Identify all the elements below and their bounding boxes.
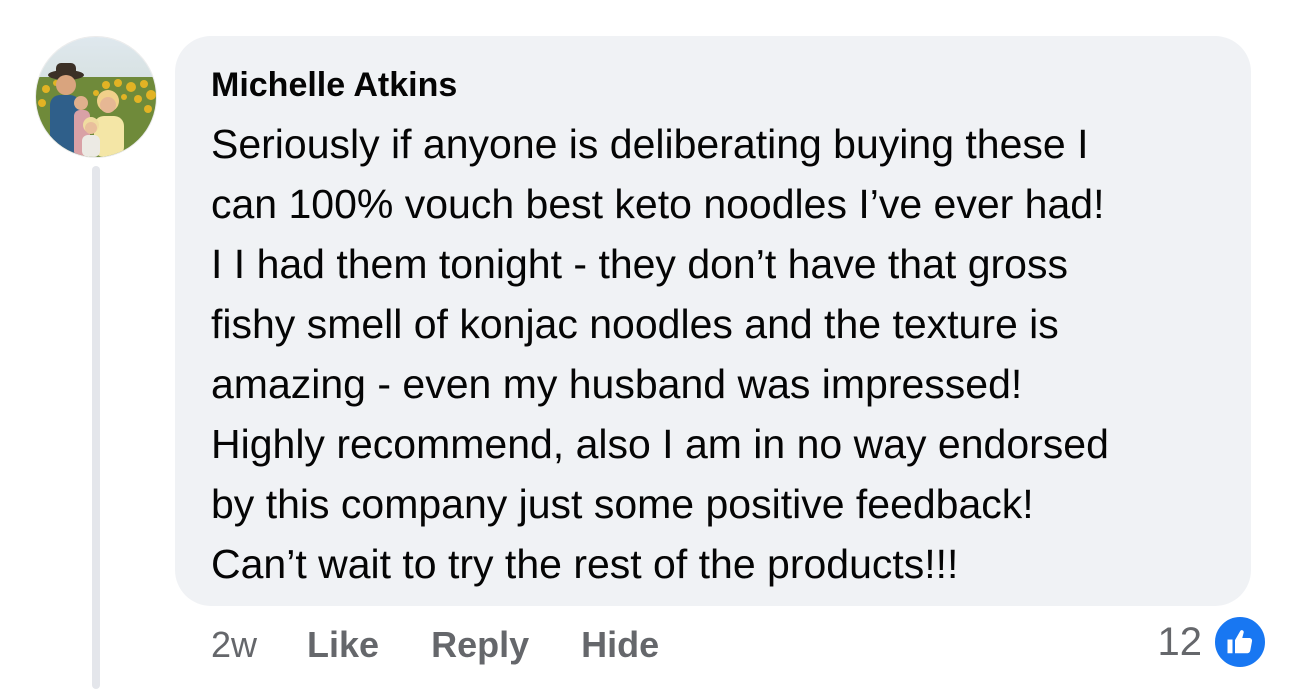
like-button[interactable]: Like — [307, 624, 379, 666]
thumbs-up-icon — [1212, 614, 1268, 670]
thread-line — [92, 166, 100, 689]
reaction-count: 12 — [1157, 619, 1203, 664]
avatar-photo — [36, 37, 156, 157]
reactions-summary[interactable]: 12 — [1157, 614, 1268, 670]
comment-timestamp[interactable]: 2w — [211, 624, 257, 666]
comment-author[interactable]: Michelle Atkins — [211, 62, 1221, 108]
comment-actions: 2w Like Reply Hide — [211, 620, 711, 670]
comment-bubble: Michelle Atkins Seriously if anyone is d… — [175, 36, 1251, 606]
comment-text: Seriously if anyone is deliberating buyi… — [211, 121, 1109, 587]
hide-button[interactable]: Hide — [581, 624, 659, 666]
reply-button[interactable]: Reply — [431, 624, 529, 666]
avatar[interactable] — [36, 37, 156, 157]
